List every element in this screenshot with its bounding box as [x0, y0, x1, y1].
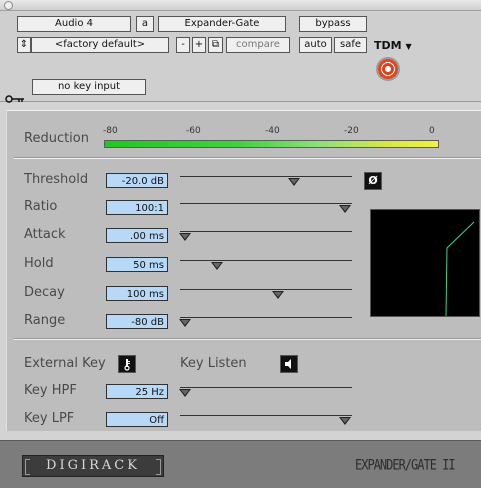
bypass-button[interactable]: bypass — [299, 16, 367, 32]
threshold-slider-track[interactable] — [180, 176, 352, 177]
ratio-value-field[interactable]: 100:1 — [106, 200, 168, 215]
plugin-name-label: EXPANDER/GATE II — [355, 456, 456, 474]
safe-button[interactable]: safe — [334, 37, 367, 53]
key-hpf-slider-track[interactable] — [180, 387, 352, 388]
decay-slider-track[interactable] — [180, 289, 352, 290]
attack-slider-track[interactable] — [180, 231, 352, 232]
ratio-slider-track[interactable] — [180, 203, 352, 204]
insert-selector[interactable]: a — [136, 16, 154, 32]
plugin-header: Audio 4 a Expander-Gate bypass TDM ▼ ⇕ <… — [0, 11, 481, 103]
prev-preset-button[interactable]: - — [176, 37, 190, 53]
phase-invert-button[interactable]: Ø — [364, 172, 382, 190]
ratio-label: Ratio — [24, 199, 58, 214]
divider — [14, 157, 481, 159]
key-icon — [5, 95, 24, 103]
divider — [14, 338, 481, 340]
meter-scale-label: -40 — [265, 126, 280, 136]
key-listen-button[interactable] — [280, 355, 298, 373]
preset-selector[interactable]: <factory default> — [31, 37, 169, 53]
range-slider-track[interactable] — [180, 317, 352, 318]
key-hpf-slider-thumb[interactable] — [178, 383, 192, 397]
key-lpf-label: Key LPF — [24, 411, 75, 426]
key-listen-label: Key Listen — [180, 356, 247, 371]
speaker-icon — [285, 359, 291, 369]
key-lpf-slider-thumb[interactable] — [338, 411, 352, 425]
ratio-slider-thumb[interactable] — [338, 199, 352, 213]
hold-slider-thumb[interactable] — [210, 256, 224, 270]
reduction-meter — [104, 140, 439, 148]
attack-label: Attack — [24, 227, 66, 242]
meter-scale-label: -20 — [344, 126, 359, 136]
range-label: Range — [24, 313, 66, 328]
key-lpf-value-field[interactable]: Off — [106, 412, 168, 427]
threshold-label: Threshold — [24, 172, 89, 187]
threshold-slider-thumb[interactable] — [287, 172, 301, 186]
decay-value-field[interactable]: 100 ms — [106, 286, 168, 301]
external-key-label: External Key — [24, 356, 106, 371]
hold-value-field[interactable]: 50 ms — [106, 257, 168, 272]
format-label: TDM ▼ — [374, 39, 412, 52]
meter-scale-label: 0 — [429, 126, 435, 136]
range-value-field[interactable]: -80 dB — [106, 314, 168, 329]
attack-slider-thumb[interactable] — [178, 227, 192, 241]
record-icon[interactable] — [376, 57, 400, 81]
preset-menu-icon[interactable]: ⇕ — [17, 37, 31, 53]
next-preset-button[interactable]: + — [192, 37, 206, 53]
hold-label: Hold — [24, 256, 54, 271]
key-input-selector[interactable]: no key input — [32, 79, 146, 95]
range-slider-thumb[interactable] — [178, 313, 192, 327]
external-key-button[interactable] — [118, 355, 136, 373]
decay-label: Decay — [24, 285, 65, 300]
compare-button[interactable]: compare — [226, 37, 290, 53]
attack-value-field[interactable]: .00 ms — [106, 228, 168, 243]
threshold-value-field[interactable]: -20.0 dB — [106, 173, 168, 188]
plugin-selector[interactable]: Expander-Gate — [158, 16, 286, 32]
reduction-label: Reduction — [24, 131, 89, 146]
hold-slider-track[interactable] — [180, 260, 352, 261]
key-hpf-value-field[interactable]: 25 Hz — [106, 384, 168, 399]
close-box[interactable] — [4, 1, 13, 10]
key-vertical-icon — [124, 359, 130, 371]
decay-slider-thumb[interactable] — [271, 285, 285, 299]
title-bar[interactable] — [0, 0, 481, 11]
transfer-curve — [445, 221, 475, 317]
plugin-window: Audio 4 a Expander-Gate bypass TDM ▼ ⇕ <… — [0, 0, 481, 488]
digirack-logo: DIGIRACK — [22, 455, 164, 477]
meter-scale-label: -60 — [186, 126, 201, 136]
key-hpf-label: Key HPF — [24, 383, 77, 398]
gate-graph — [370, 209, 480, 317]
copy-icon[interactable]: ⧉ — [208, 37, 223, 53]
track-selector[interactable]: Audio 4 — [17, 16, 131, 32]
key-lpf-slider-track[interactable] — [180, 415, 352, 416]
auto-button[interactable]: auto — [299, 37, 332, 53]
meter-scale-label: -80 — [103, 126, 118, 136]
